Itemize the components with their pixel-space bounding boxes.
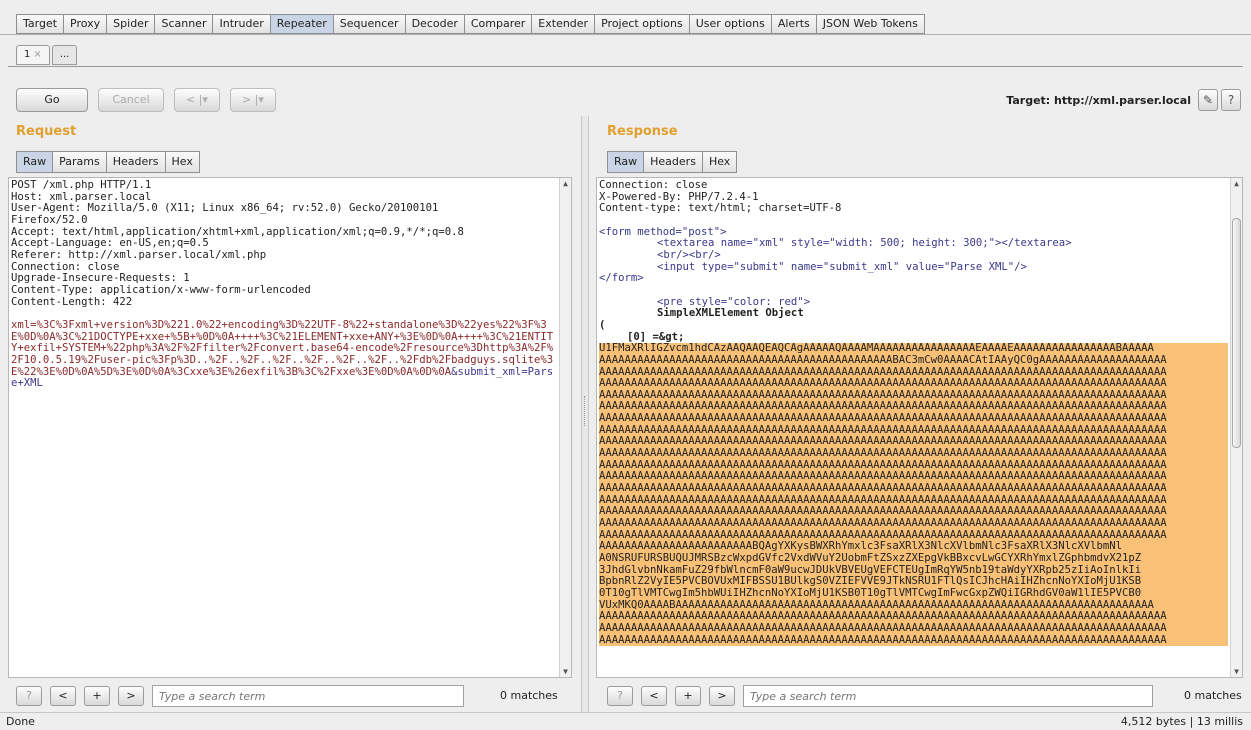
response-object-line: SimpleXMLElement Object	[657, 307, 804, 320]
response-br-line: <br/><br/>	[657, 248, 721, 261]
tab-scanner[interactable]: Scanner	[155, 14, 214, 34]
search-next-button[interactable]: >	[709, 686, 735, 706]
tab-json-web-tokens[interactable]: JSON Web Tokens	[816, 14, 925, 34]
base64-line: AAAAAAAAAAAAAAAAAAAAAAAAAAAAAAAAAAAAAAAA…	[599, 447, 1167, 460]
response-blank-line	[599, 215, 1228, 227]
repeater-sub-tabs: 1 × ...	[16, 45, 79, 65]
response-input-line: <input type="submit" name="submit_xml" v…	[657, 260, 1027, 273]
search-help-button[interactable]: ?	[607, 686, 633, 706]
response-blank-line-2	[599, 285, 1228, 297]
response-tabs: Raw Headers Hex	[607, 151, 738, 173]
request-body: xml=%3C%3Fxml+version%3D%221.0%22+encodi…	[11, 319, 557, 390]
request-editor[interactable]: POST /xml.php HTTP/1.1 Host: xml.parser.l…	[8, 177, 572, 678]
base64-line: A0NSRUFURSBUQUJMRSBzcWxpdGVfc2VxdWVuY2Uo…	[599, 552, 1142, 564]
scroll-down-icon[interactable]: ▼	[560, 666, 571, 677]
base64-line: AAAAAAAAAAAAAAAAAAAAAAAAAAAAAAAAAAAAAAAA…	[599, 517, 1167, 530]
request-header-line: POST /xml.php HTTP/1.1	[11, 179, 152, 191]
base64-line: 0T10gTlVMTCwgIm5hbWUiIHZhcnNoYXIoMjU1KSB…	[599, 586, 1142, 599]
repeater-tab-1-label: 1	[24, 49, 31, 60]
response-tab-raw[interactable]: Raw	[607, 151, 645, 173]
search-prev-button[interactable]: <	[50, 686, 76, 706]
tab-alerts[interactable]: Alerts	[771, 14, 817, 34]
tab-repeater[interactable]: Repeater	[270, 14, 334, 34]
base64-line: AAAAAAAAAAAAAAAAAAAAAAAAAAAAAAAAAAAAAAAA…	[599, 633, 1167, 646]
help-icon[interactable]: ?	[1221, 89, 1241, 111]
tab-intruder[interactable]: Intruder	[213, 14, 271, 34]
sub-tab-divider	[8, 66, 1243, 67]
repeater-toolbar: Go Cancel < |▾ > |▾	[16, 88, 276, 112]
response-search-input[interactable]	[743, 685, 1153, 707]
request-tabs: Raw Params Headers Hex	[16, 151, 200, 173]
response-stats: 4,512 bytes | 13 millis	[1120, 715, 1243, 728]
main-tab-bar: Target Proxy Spider Scanner Intruder Repeater…	[16, 14, 925, 34]
status-bar: Done 4,512 bytes | 13 millis	[0, 712, 1251, 730]
search-prev-button[interactable]: <	[641, 686, 667, 706]
divider-grip[interactable]	[584, 396, 586, 426]
tab-decoder[interactable]: Decoder	[405, 14, 465, 34]
tab-target[interactable]: Target	[16, 14, 65, 34]
request-search-input[interactable]	[152, 685, 464, 707]
request-matches: 0 matches	[500, 689, 558, 702]
search-add-button[interactable]: +	[84, 686, 110, 706]
request-search-bar: ? < + >	[16, 684, 464, 708]
repeater-tab-1[interactable]: 1 ×	[16, 45, 50, 65]
request-content: POST /xml.php HTTP/1.1 Host: xml.parser.l…	[11, 179, 557, 390]
request-tab-raw[interactable]: Raw	[16, 151, 54, 173]
scroll-up-icon[interactable]: ▲	[1231, 178, 1242, 189]
repeater-tab-more[interactable]: ...	[51, 45, 78, 65]
tab-comparer[interactable]: Comparer	[464, 14, 533, 34]
response-search-bar: ? < + >	[607, 684, 1153, 708]
tab-spider[interactable]: Spider	[107, 14, 156, 34]
tab-proxy[interactable]: Proxy	[64, 14, 108, 34]
response-tab-headers[interactable]: Headers	[644, 151, 703, 173]
history-forward-button[interactable]: > |▾	[230, 88, 276, 112]
base64-line: AAAAAAAAAAAAAAAAAAAAAAAAAAAAAAAAAAAAAAAA…	[599, 353, 1167, 366]
response-matches: 0 matches	[1184, 689, 1242, 702]
response-base64-block: U1FMaXRlIGZvcm1hdCAzAAQAAQEAQCAgAAAAAQAA…	[599, 343, 1228, 647]
tab-bar-divider	[0, 34, 1251, 35]
cancel-button[interactable]: Cancel	[98, 88, 164, 112]
base64-line: AAAAAAAAAAAAAAAAAAAAAAAAAAAAAAAAAAAAAAAA…	[599, 621, 1167, 634]
tab-user-options[interactable]: User options	[689, 14, 772, 34]
response-paren: (	[599, 318, 606, 331]
response-headers: Connection: close X-Powered-By: PHP/7.2.4…	[599, 179, 1228, 215]
tab-extender[interactable]: Extender	[532, 14, 596, 34]
request-tab-hex[interactable]: Hex	[165, 151, 200, 173]
scroll-down-icon[interactable]: ▼	[1231, 666, 1242, 677]
close-icon[interactable]: ×	[33, 49, 41, 60]
request-tab-params[interactable]: Params	[53, 151, 107, 173]
request-scrollbar[interactable]: ▲ ▼	[559, 178, 571, 677]
request-header-line: User-Agent: Mozilla/5.0 (X11; Linux x86_…	[11, 202, 439, 215]
request-header-line: Firefox/52.0	[11, 213, 88, 226]
request-tab-headers[interactable]: Headers	[106, 151, 166, 173]
search-next-button[interactable]: >	[118, 686, 144, 706]
tab-sequencer[interactable]: Sequencer	[333, 14, 406, 34]
request-header-line: Content-Type: application/x-www-form-url…	[11, 283, 311, 296]
status-text: Done	[6, 715, 35, 728]
edit-target-icon[interactable]: ✎	[1198, 89, 1218, 111]
response-content: Connection: close X-Powered-By: PHP/7.2.4…	[599, 179, 1228, 647]
target-label: Target: http://xml.parser.local	[1006, 94, 1191, 107]
base64-line: AAAAAAAAAAAAAAAAAAAAAAAAAAAAAAAAAAAAAAAA…	[599, 482, 1167, 495]
scroll-up-icon[interactable]: ▲	[560, 178, 571, 189]
response-editor[interactable]: Connection: close X-Powered-By: PHP/7.2.4…	[596, 177, 1243, 678]
split-divider[interactable]	[581, 116, 589, 712]
response-form-close: </form>	[599, 272, 644, 285]
scroll-thumb[interactable]	[1232, 218, 1241, 448]
request-header-line: Referer: http://xml.parser.local/xml.php	[11, 248, 267, 261]
response-tab-hex[interactable]: Hex	[702, 151, 738, 173]
history-back-button[interactable]: < |▾	[174, 88, 220, 112]
response-scrollbar[interactable]: ▲ ▼	[1230, 178, 1242, 677]
search-add-button[interactable]: +	[675, 686, 701, 706]
response-title: Response	[607, 124, 678, 139]
tab-project-options[interactable]: Project options	[595, 14, 690, 34]
response-header-line: Connection: close	[599, 179, 708, 191]
search-help-button[interactable]: ?	[16, 686, 42, 706]
go-button[interactable]: Go	[16, 88, 88, 112]
request-title: Request	[16, 124, 77, 139]
response-header-line: Content-type: text/html; charset=UTF-8	[599, 202, 842, 215]
request-headers: POST /xml.php HTTP/1.1 Host: xml.parser.l…	[11, 179, 557, 308]
request-header-line: Content-Length: 422	[11, 295, 133, 308]
